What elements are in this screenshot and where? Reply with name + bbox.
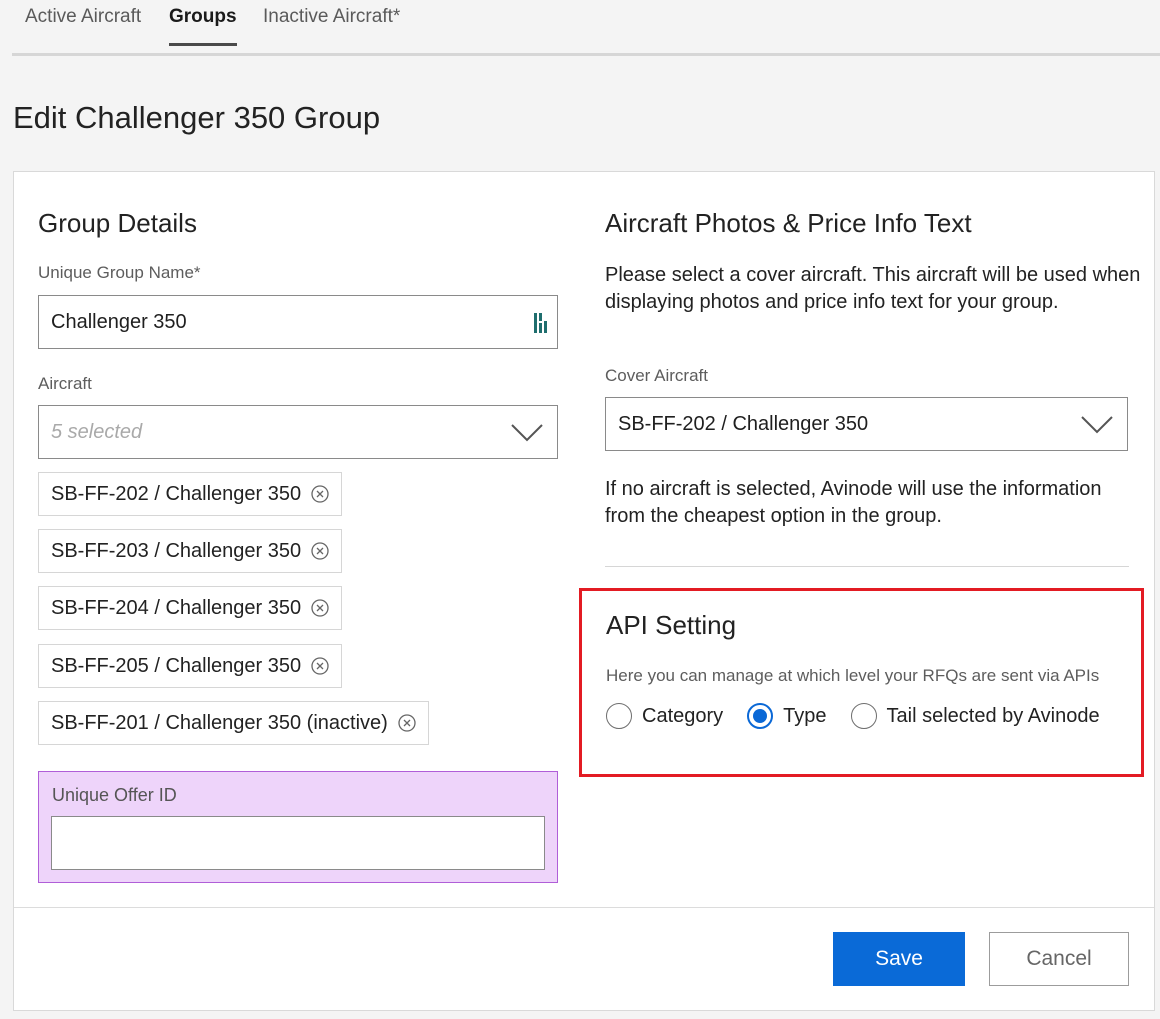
photos-description: Please select a cover aircraft. This air… <box>605 264 1141 313</box>
aircraft-chip: SB-FF-204 / Challenger 350 <box>38 586 343 630</box>
page-title: Edit Challenger 350 Group <box>13 100 381 135</box>
aircraft-chip-label: SB-FF-202 / Challenger 350 <box>51 482 302 505</box>
cover-note: If no aircraft is selected, Avinode will… <box>605 478 1102 527</box>
tab-active-aircraft[interactable]: Active Aircraft <box>25 6 141 44</box>
cover-aircraft-label: Cover Aircraft <box>605 366 708 385</box>
group-details-title: Group Details <box>38 208 197 238</box>
radio-tail-selected[interactable] <box>850 703 877 729</box>
divider <box>605 566 1129 567</box>
offer-id-input[interactable] <box>51 816 545 870</box>
autofill-icon <box>534 313 547 333</box>
cover-aircraft-select[interactable]: SB-FF-202 / Challenger 350 <box>605 397 1128 451</box>
footer-divider <box>14 907 1154 908</box>
api-level-radio-group: Category Type Tail selected by Avinode <box>606 703 1124 729</box>
aircraft-chip: SB-FF-201 / Challenger 350 (inactive) <box>38 701 429 745</box>
tab-bar: Active Aircraft Groups Inactive Aircraft… <box>12 0 1160 56</box>
save-button[interactable]: Save <box>833 932 965 986</box>
api-setting-title: API Setting <box>606 610 737 640</box>
cover-aircraft-value: SB-FF-202 / Challenger 350 <box>618 412 869 435</box>
tab-groups[interactable]: Groups <box>169 6 237 46</box>
tab-inactive-aircraft[interactable]: Inactive Aircraft* <box>263 6 400 44</box>
aircraft-chip: SB-FF-203 / Challenger 350 <box>38 529 343 573</box>
aircraft-chip: SB-FF-205 / Challenger 350 <box>38 644 343 688</box>
api-setting-box: API Setting Here you can manage at which… <box>579 588 1144 777</box>
edit-group-card: Group Details Unique Group Name* Challen… <box>13 171 1155 1011</box>
remove-icon[interactable] <box>398 714 416 732</box>
remove-icon[interactable] <box>311 542 329 560</box>
group-name-label: Unique Group Name* <box>38 263 201 282</box>
aircraft-chip: SB-FF-202 / Challenger 350 <box>38 472 343 516</box>
api-setting-description: Here you can manage at which level your … <box>606 666 1100 685</box>
aircraft-placeholder: 5 selected <box>51 420 143 443</box>
offer-id-box: Unique Offer ID <box>38 771 558 883</box>
radio-type-label[interactable]: Type <box>783 705 826 728</box>
chevron-down-icon <box>1081 416 1113 434</box>
remove-icon[interactable] <box>311 485 329 503</box>
chevron-down-icon <box>511 424 543 442</box>
aircraft-chip-label: SB-FF-204 / Challenger 350 <box>51 596 302 619</box>
remove-icon[interactable] <box>311 599 329 617</box>
radio-category-label[interactable]: Category <box>642 705 723 728</box>
radio-type[interactable] <box>747 703 774 729</box>
cancel-button[interactable]: Cancel <box>989 932 1129 986</box>
radio-tail-selected-label[interactable]: Tail selected by Avinode <box>887 705 1100 728</box>
radio-category[interactable] <box>606 703 632 729</box>
aircraft-chip-label: SB-FF-205 / Challenger 350 <box>51 654 302 677</box>
offer-id-label: Unique Offer ID <box>52 785 177 805</box>
group-name-value: Challenger 350 <box>51 310 187 333</box>
aircraft-chip-label: SB-FF-201 / Challenger 350 (inactive) <box>51 711 388 734</box>
aircraft-label: Aircraft <box>38 374 92 393</box>
group-name-input[interactable]: Challenger 350 <box>38 295 558 349</box>
remove-icon[interactable] <box>311 657 329 675</box>
aircraft-select[interactable]: 5 selected <box>38 405 558 459</box>
aircraft-chip-label: SB-FF-203 / Challenger 350 <box>51 539 302 562</box>
photos-title: Aircraft Photos & Price Info Text <box>605 208 972 238</box>
